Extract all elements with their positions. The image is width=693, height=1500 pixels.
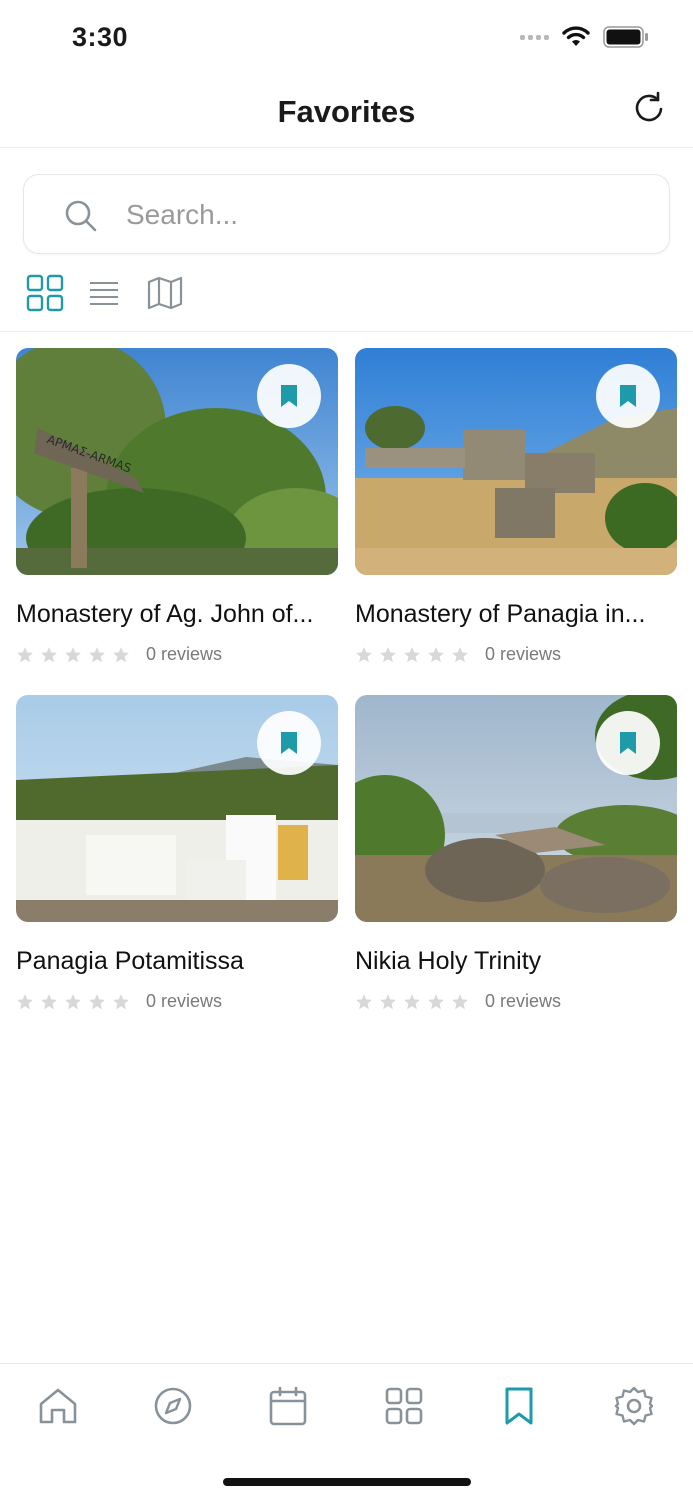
favorite-card[interactable]: Panagia Potamitissa 0 reviews bbox=[16, 695, 338, 1022]
star-icon bbox=[17, 993, 33, 1009]
settings-icon[interactable] bbox=[612, 1384, 656, 1428]
bookmark-tab-icon[interactable] bbox=[497, 1384, 541, 1428]
page-title: Favorites bbox=[277, 94, 416, 129]
card-title: Monastery of Panagia in... bbox=[355, 600, 646, 628]
favorite-card[interactable]: ΑΡΜΑΣ-ARMAS Monastery of Ag. John of... … bbox=[16, 348, 338, 675]
search-bar bbox=[23, 174, 670, 254]
star-icon bbox=[356, 993, 372, 1009]
star-icon bbox=[428, 993, 444, 1009]
rating: 0 reviews bbox=[16, 991, 222, 1012]
bookmark-button[interactable] bbox=[257, 711, 321, 775]
home-indicator bbox=[223, 1478, 471, 1486]
star-icon bbox=[113, 646, 129, 662]
favorites-grid: ΑΡΜΑΣ-ARMAS Monastery of Ag. John of... … bbox=[16, 348, 677, 1022]
star-icon bbox=[404, 646, 420, 662]
star-icon bbox=[41, 646, 57, 662]
card-title: Nikia Holy Trinity bbox=[355, 947, 542, 975]
star-icon bbox=[404, 993, 420, 1009]
star-rating bbox=[16, 646, 130, 664]
card-photo bbox=[16, 695, 338, 922]
review-count: 0 reviews bbox=[485, 644, 562, 664]
star-icon bbox=[89, 993, 105, 1009]
star-icon bbox=[452, 646, 468, 662]
star-icon bbox=[380, 993, 396, 1009]
search-input[interactable] bbox=[124, 193, 644, 237]
review-count: 0 reviews bbox=[146, 644, 223, 664]
star-icon bbox=[65, 646, 81, 662]
bookmark-button[interactable] bbox=[257, 364, 321, 428]
status-indicators bbox=[520, 26, 649, 48]
star-icon bbox=[65, 993, 81, 1009]
list-view-icon[interactable] bbox=[86, 274, 124, 312]
card-photo bbox=[355, 695, 677, 922]
star-icon bbox=[356, 646, 372, 662]
categories-icon[interactable] bbox=[382, 1384, 426, 1428]
rating: 0 reviews bbox=[16, 644, 222, 665]
star-icon bbox=[17, 646, 33, 662]
favorite-card[interactable]: Monastery of Panagia in... 0 reviews bbox=[355, 348, 677, 675]
bookmark-button[interactable] bbox=[596, 364, 660, 428]
rating: 0 reviews bbox=[355, 644, 561, 665]
status-bar: 3:30 bbox=[0, 0, 693, 80]
view-mode-toggles bbox=[26, 274, 184, 314]
review-count: 0 reviews bbox=[485, 991, 562, 1011]
star-icon bbox=[113, 993, 129, 1009]
star-rating bbox=[16, 993, 130, 1011]
refresh-icon bbox=[635, 91, 663, 122]
card-title: Monastery of Ag. John of... bbox=[16, 600, 314, 628]
bookmark-icon bbox=[281, 732, 297, 754]
favorite-card[interactable]: Nikia Holy Trinity 0 reviews bbox=[355, 695, 677, 1022]
star-rating bbox=[355, 993, 469, 1011]
rating: 0 reviews bbox=[355, 991, 561, 1012]
star-icon bbox=[428, 646, 444, 662]
calendar-icon[interactable] bbox=[266, 1384, 310, 1428]
header: Favorites bbox=[0, 80, 693, 148]
status-time: 3:30 bbox=[72, 22, 129, 52]
star-icon bbox=[380, 646, 396, 662]
star-icon bbox=[89, 646, 105, 662]
card-title: Panagia Potamitissa bbox=[16, 947, 244, 975]
home-icon[interactable] bbox=[36, 1384, 80, 1428]
wifi-icon bbox=[562, 26, 590, 46]
cellular-signal-icon bbox=[520, 34, 549, 40]
card-photo bbox=[355, 348, 677, 575]
refresh-button[interactable] bbox=[631, 90, 667, 126]
review-count: 0 reviews bbox=[146, 991, 223, 1011]
grid-view-icon[interactable] bbox=[26, 274, 64, 312]
bookmark-icon bbox=[620, 732, 636, 754]
compass-icon[interactable] bbox=[151, 1384, 195, 1428]
star-icon bbox=[452, 993, 468, 1009]
map-view-icon[interactable] bbox=[146, 274, 184, 312]
card-photo: ΑΡΜΑΣ-ARMAS bbox=[16, 348, 338, 575]
search-icon bbox=[65, 200, 97, 232]
battery-icon bbox=[603, 26, 648, 48]
bookmark-button[interactable] bbox=[596, 711, 660, 775]
star-rating bbox=[355, 646, 469, 664]
bookmark-icon bbox=[620, 385, 636, 407]
divider bbox=[0, 331, 693, 332]
bookmark-icon bbox=[281, 385, 297, 407]
star-icon bbox=[41, 993, 57, 1009]
